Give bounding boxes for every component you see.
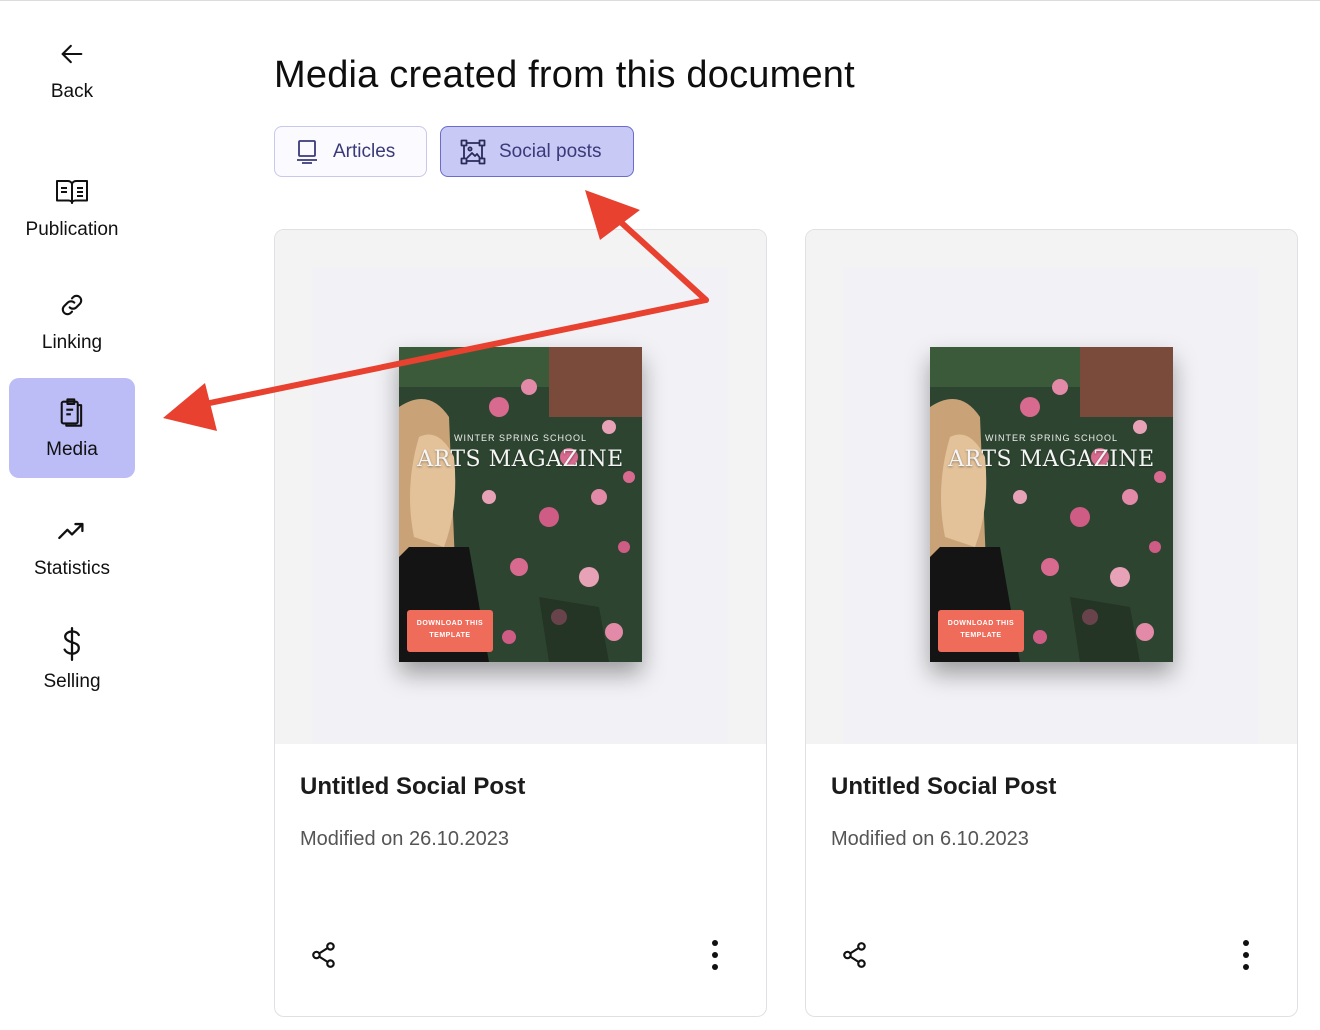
thumbnail-headline: ARTS MAGAZINE [417, 447, 624, 472]
tab-label: Articles [333, 140, 396, 162]
sidebar-item-linking[interactable]: Linking [9, 271, 135, 371]
share-icon [311, 941, 337, 974]
sidebar-item-label: Publication [25, 219, 119, 240]
card-preview-inner: WINTER SPRING SCHOOL ARTS MAGAZINE DOWNL… [843, 267, 1259, 744]
magazine-thumbnail: WINTER SPRING SCHOOL ARTS MAGAZINE DOWNL… [930, 347, 1173, 662]
sidebar-item-label: Selling [43, 671, 101, 692]
clipboard-copy-icon [55, 395, 89, 429]
card-title: Untitled Social Post [300, 773, 526, 800]
sidebar-item-label: Linking [41, 332, 103, 353]
tab-articles[interactable]: Articles [274, 126, 427, 177]
share-icon [842, 941, 868, 974]
thumbnail-cta: DOWNLOAD THIS TEMPLATE [938, 610, 1024, 652]
social-post-card[interactable]: WINTER SPRING SCHOOL ARTS MAGAZINE DOWNL… [805, 229, 1298, 1017]
page-title: Media created from this document [274, 54, 855, 96]
vertical-dots-icon [1242, 939, 1250, 976]
sidebar-item-label: Media [46, 439, 98, 460]
sidebar-item-label: Statistics [33, 558, 111, 579]
top-divider [0, 0, 1320, 1]
thumbnail-kicker: WINTER SPRING SCHOOL [984, 433, 1118, 443]
sidebar-item-media[interactable]: Media [9, 378, 135, 478]
card-preview-inner: WINTER SPRING SCHOOL ARTS MAGAZINE DOWNL… [312, 267, 728, 744]
link-icon [55, 288, 89, 322]
tab-label: Social posts [499, 140, 602, 162]
trending-up-icon [55, 514, 89, 548]
open-book-icon [55, 175, 89, 209]
arrow-left-icon [55, 37, 89, 71]
more-options-button[interactable] [701, 938, 729, 976]
social-post-card[interactable]: WINTER SPRING SCHOOL ARTS MAGAZINE DOWNL… [274, 229, 767, 1017]
sidebar-item-back[interactable]: Back [9, 20, 135, 120]
sidebar-item-publication[interactable]: Publication [9, 158, 135, 258]
magazine-thumbnail: WINTER SPRING SCHOOL ARTS MAGAZINE DOWNL… [399, 347, 642, 662]
sidebar-item-label: Back [50, 81, 94, 102]
card-modified-date: Modified on 26.10.2023 [300, 828, 510, 850]
thumbnail-kicker: WINTER SPRING SCHOOL [453, 433, 587, 443]
sidebar-item-statistics[interactable]: Statistics [9, 497, 135, 597]
thumbnail-cta: DOWNLOAD THIS TEMPLATE [407, 610, 493, 652]
tab-social-posts[interactable]: Social posts [440, 126, 634, 177]
more-options-button[interactable] [1232, 938, 1260, 976]
thumbnail-headline: ARTS MAGAZINE [948, 447, 1155, 472]
card-preview: WINTER SPRING SCHOOL ARTS MAGAZINE DOWNL… [275, 230, 766, 744]
image-frame-icon [459, 138, 487, 166]
card-title: Untitled Social Post [831, 773, 1057, 800]
vertical-dots-icon [711, 939, 719, 976]
card-modified-date: Modified on 6.10.2023 [831, 828, 1029, 850]
share-button[interactable] [309, 941, 339, 974]
card-preview: WINTER SPRING SCHOOL ARTS MAGAZINE DOWNL… [806, 230, 1297, 744]
laptop-icon [293, 138, 321, 166]
sidebar-item-selling[interactable]: Selling [9, 610, 135, 710]
share-button[interactable] [840, 941, 870, 974]
dollar-icon [55, 627, 89, 661]
sidebar: Back Publication Linking Media Statistic… [0, 0, 145, 1030]
